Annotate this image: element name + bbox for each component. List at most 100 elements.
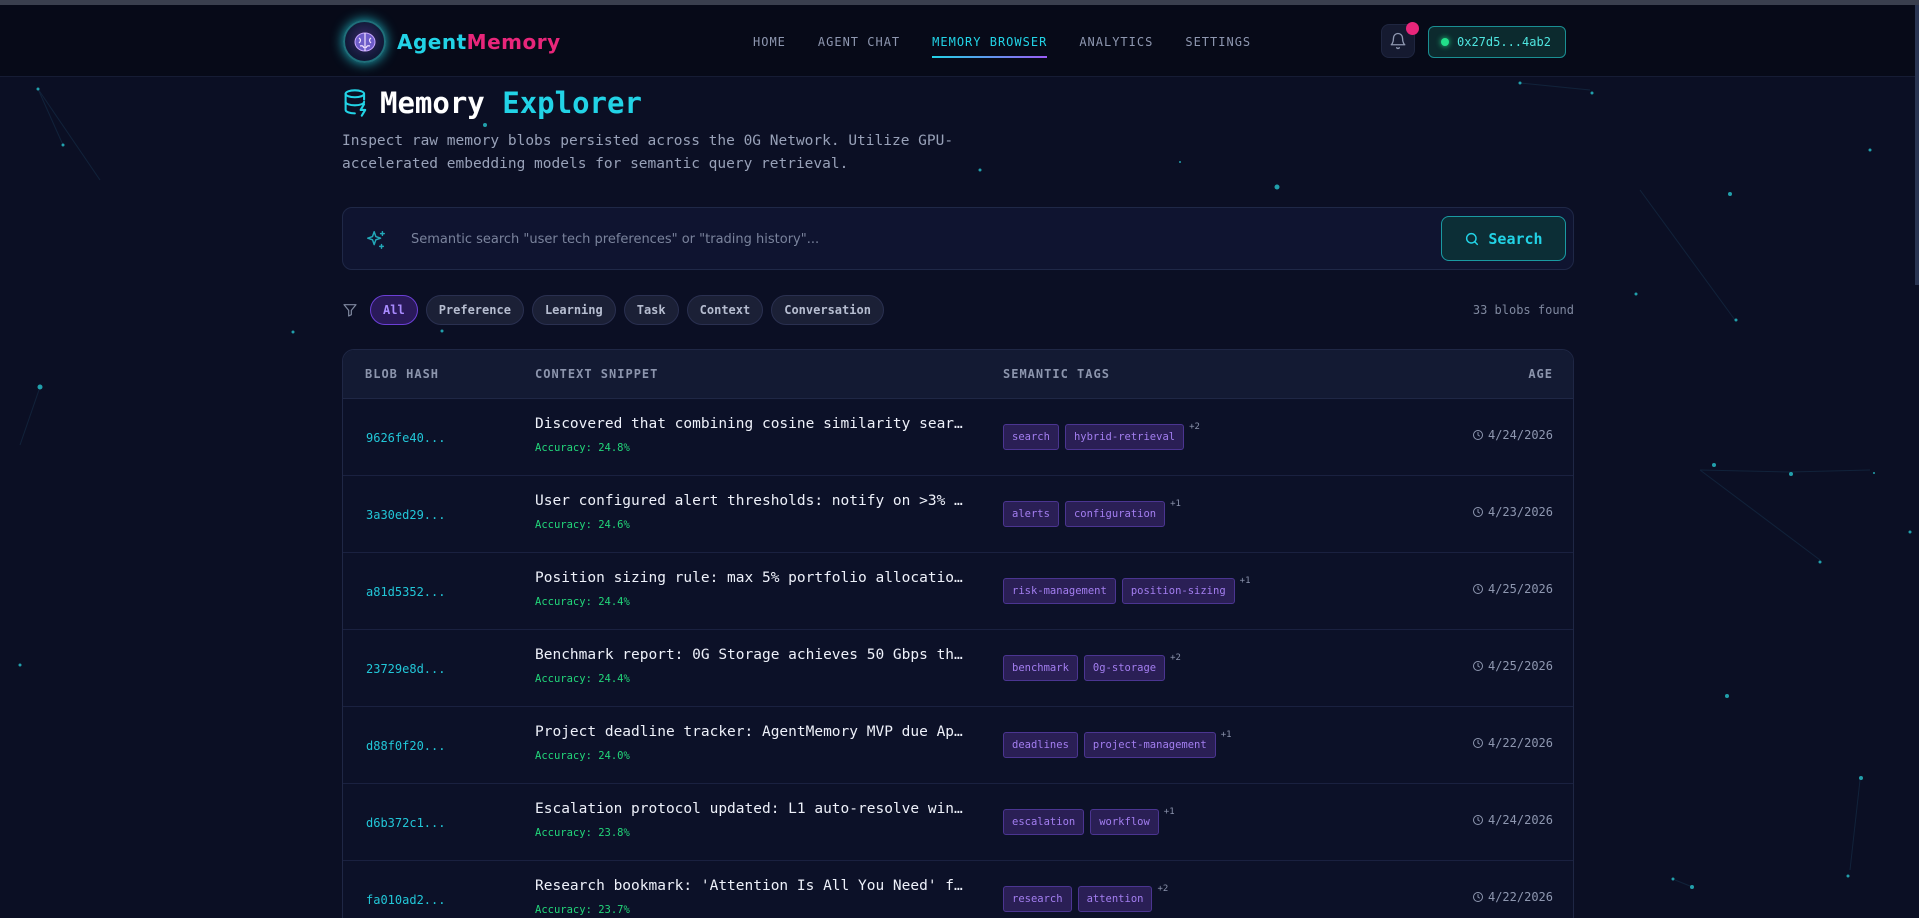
app-name-part1: Agent	[397, 29, 467, 54]
blob-hash[interactable]: 23729e8d...	[366, 662, 445, 676]
more-tags-count[interactable]: +1	[1170, 499, 1181, 509]
notifications-button[interactable]	[1381, 22, 1419, 58]
more-tags-count[interactable]: +1	[1240, 576, 1251, 586]
filter-chips: All Preference Learning Task Context Con…	[342, 295, 892, 325]
filter-chip-learning[interactable]: Learning	[531, 295, 616, 325]
semantic-tags: benchmark 0g-storage +2	[1003, 653, 1181, 681]
table-row[interactable]: fa010ad2... Research bookmark: 'Attention…	[343, 861, 1573, 918]
clock-icon	[1472, 507, 1483, 517]
context-snippet: Research bookmark: 'Attention Is All You…	[535, 878, 965, 894]
results-count: 33 blobs found	[1472, 303, 1574, 317]
filter-chip-conversation[interactable]: Conversation	[771, 295, 884, 325]
semantic-tag[interactable]: configuration	[1064, 501, 1166, 527]
semantic-tags: alerts configuration +1	[1003, 499, 1181, 527]
semantic-tags: deadlines project-management +1	[1003, 730, 1232, 758]
context-snippet: Position sizing rule: max 5% portfolio a…	[535, 570, 965, 586]
search-icon	[1466, 232, 1479, 245]
filter-chip-all[interactable]: All	[370, 295, 418, 325]
nav-analytics[interactable]: ANALYTICS	[1079, 35, 1153, 63]
column-header-hash[interactable]: BLOB HASH	[365, 367, 439, 381]
semantic-tag[interactable]: search	[1003, 424, 1059, 450]
accuracy-score: Accuracy: 24.4%	[535, 673, 630, 685]
blob-hash[interactable]: fa010ad2...	[366, 893, 445, 907]
page-title-part1: Memory	[380, 86, 485, 120]
search-button-label: Search	[1488, 229, 1543, 248]
more-tags-count[interactable]: +2	[1189, 422, 1200, 432]
wallet-address: 0x27d5...4ab2	[1457, 35, 1551, 49]
semantic-tag[interactable]: alerts	[1003, 501, 1059, 527]
age-date: 4/24/2026	[1487, 428, 1553, 442]
column-header-snippet[interactable]: CONTEXT SNIPPET	[535, 367, 658, 381]
nav-agent-chat[interactable]: AGENT CHAT	[818, 35, 900, 63]
table-row[interactable]: d88f0f20... Project deadline tracker: Age…	[343, 707, 1573, 784]
more-tags-count[interactable]: +1	[1164, 807, 1175, 817]
app-name-part2: Memory	[466, 29, 561, 54]
semantic-tag[interactable]: position-sizing	[1121, 578, 1235, 604]
bell-icon	[1390, 32, 1406, 50]
age-date: 4/25/2026	[1487, 582, 1553, 596]
page-title: Memory Explorer	[342, 86, 642, 120]
semantic-tag[interactable]: research	[1003, 886, 1072, 912]
semantic-tag[interactable]: deadlines	[1003, 732, 1078, 758]
database-icon	[344, 89, 367, 117]
context-snippet: Discovered that combining cosine similar…	[535, 416, 965, 432]
column-header-age[interactable]: AGE	[1528, 367, 1553, 381]
semantic-tag[interactable]: attention	[1077, 886, 1153, 912]
context-snippet: Project deadline tracker: AgentMemory MV…	[535, 724, 965, 740]
clock-icon	[1472, 584, 1483, 594]
accuracy-score: Accuracy: 24.0%	[535, 750, 630, 762]
blob-hash[interactable]: d6b372c1...	[366, 816, 445, 830]
table-row[interactable]: 23729e8d... Benchmark report: 0G Storage …	[343, 630, 1573, 707]
blob-age: 4/23/2026	[1472, 505, 1553, 519]
clock-icon	[1472, 738, 1483, 748]
nav-home[interactable]: HOME	[753, 35, 786, 63]
brain-icon	[343, 20, 386, 63]
clock-icon	[1472, 661, 1483, 671]
blob-age: 4/22/2026	[1472, 890, 1553, 904]
table-row[interactable]: 9626fe40... Discovered that combining cos…	[343, 399, 1573, 476]
search-input[interactable]	[411, 226, 1411, 252]
page-title-text: Memory Explorer	[380, 86, 642, 120]
table-row[interactable]: d6b372c1... Escalation protocol updated: …	[343, 784, 1573, 861]
context-snippet: Escalation protocol updated: L1 auto-res…	[535, 801, 965, 817]
more-tags-count[interactable]: +1	[1221, 730, 1232, 740]
age-date: 4/22/2026	[1487, 736, 1553, 750]
app-logo[interactable]: AgentMemory	[343, 20, 561, 63]
page-title-part2: Explorer	[502, 86, 642, 120]
age-date: 4/24/2026	[1487, 813, 1553, 827]
accuracy-score: Accuracy: 23.8%	[535, 827, 630, 839]
clock-icon	[1472, 430, 1483, 440]
semantic-tag[interactable]: risk-management	[1003, 578, 1116, 604]
blob-hash[interactable]: a81d5352...	[366, 585, 445, 599]
blob-age: 4/22/2026	[1472, 736, 1553, 750]
blob-hash[interactable]: 9626fe40...	[366, 431, 445, 445]
context-snippet: User configured alert thresholds: notify…	[535, 493, 965, 509]
semantic-tag[interactable]: workflow	[1090, 809, 1159, 835]
table-row[interactable]: a81d5352... Position sizing rule: max 5% …	[343, 553, 1573, 630]
more-tags-count[interactable]: +2	[1170, 653, 1181, 663]
nav-settings[interactable]: SETTINGS	[1185, 35, 1251, 63]
table-row[interactable]: 3a30ed29... User configured alert thresho…	[343, 476, 1573, 553]
semantic-tag[interactable]: 0g-storage	[1083, 655, 1166, 681]
filter-chip-context[interactable]: Context	[686, 295, 764, 325]
filter-icon	[343, 304, 357, 317]
blob-hash[interactable]: 3a30ed29...	[366, 508, 445, 522]
accuracy-score: Accuracy: 24.6%	[535, 519, 630, 531]
semantic-tags: risk-management position-sizing +1	[1003, 576, 1251, 604]
semantic-tag[interactable]: hybrid-retrieval	[1064, 424, 1185, 450]
column-header-tags[interactable]: SEMANTIC TAGS	[1003, 367, 1110, 381]
blob-hash[interactable]: d88f0f20...	[366, 739, 445, 753]
filter-chip-preference[interactable]: Preference	[425, 295, 524, 325]
search-button[interactable]: Search	[1441, 216, 1566, 261]
filter-chip-task[interactable]: Task	[623, 295, 679, 325]
page-scrollbar[interactable]	[1915, 5, 1919, 285]
semantic-tag[interactable]: project-management	[1083, 732, 1216, 758]
more-tags-count[interactable]: +2	[1157, 884, 1168, 894]
blob-age: 4/24/2026	[1472, 813, 1553, 827]
semantic-tags: escalation workflow +1	[1003, 807, 1175, 835]
nav-memory-browser[interactable]: MEMORY BROWSER	[932, 35, 1048, 63]
wallet-address-button[interactable]: 0x27d5...4ab2	[1428, 26, 1566, 58]
semantic-tag[interactable]: benchmark	[1003, 655, 1078, 681]
blob-age: 4/25/2026	[1472, 659, 1553, 673]
semantic-tag[interactable]: escalation	[1003, 809, 1085, 835]
